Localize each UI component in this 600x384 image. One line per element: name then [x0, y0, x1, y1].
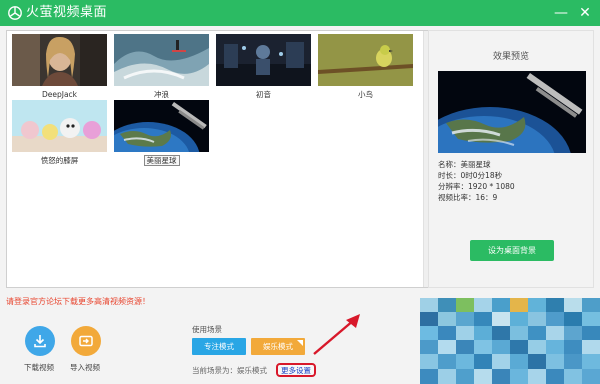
more-settings-button[interactable]: 更多设置 — [276, 363, 316, 377]
video-tile-beautiful-planet[interactable]: 美丽星球 — [114, 100, 209, 166]
preview-panel: 效果预览 名称：美丽星球 时长：0时0分18秒 分辨率：1920 * 1080 … — [428, 30, 594, 288]
video-thumbnail — [318, 34, 413, 86]
video-tile-surf[interactable]: 冲浪 — [114, 34, 209, 100]
window-title: 火萤视频桌面 — [26, 5, 108, 20]
app-window: 火萤视频桌面 — ✕ DeepJack 冲浪 初音 小鸟 愤怒的膝屏 美丽星球 … — [0, 0, 600, 384]
download-video-button[interactable] — [25, 326, 55, 356]
use-scene-label: 使用场景 — [192, 325, 222, 334]
current-scene-label: 当前场景为：娱乐模式 — [192, 366, 267, 375]
info-name: 名称：美丽星球 — [438, 160, 491, 169]
video-thumbnail — [114, 34, 209, 86]
preview-title: 效果预览 — [492, 52, 529, 62]
forum-notice: 请登录官方论坛下载更多高清视频资源！ — [6, 297, 150, 306]
video-tile-label: 冲浪 — [154, 90, 169, 99]
focus-mode-button[interactable]: 专注模式 — [192, 338, 246, 355]
download-icon — [34, 335, 46, 348]
video-tile-label: 小鸟 — [358, 90, 373, 99]
minimize-button[interactable]: — — [552, 4, 570, 22]
preview-image — [438, 71, 586, 153]
video-tile-label: 美丽星球 — [114, 155, 209, 166]
video-thumbnail — [12, 100, 107, 152]
info-ratio: 视频比率：16：9 — [438, 193, 498, 202]
fun-mode-button[interactable]: 娱乐模式 — [251, 338, 305, 355]
download-video-label: 下载视频 — [24, 363, 54, 372]
video-tile-miku[interactable]: 初音 — [216, 34, 311, 100]
app-logo-icon — [8, 6, 22, 20]
video-tile-label: DeepJack — [41, 90, 78, 99]
info-duration: 时长：0时0分18秒 — [438, 171, 503, 180]
title-bar: 火萤视频桌面 — ✕ — [0, 0, 600, 26]
video-thumbnail — [12, 34, 107, 86]
fun-mode-label: 娱乐模式 — [263, 342, 293, 351]
video-gallery: DeepJack 冲浪 初音 小鸟 愤怒的膝屏 美丽星球 — [6, 30, 428, 288]
video-tile-label: 愤怒的膝屏 — [40, 156, 79, 165]
video-thumbnail — [114, 100, 209, 152]
red-arrow-icon — [313, 314, 360, 355]
set-desktop-background-button[interactable]: 设为桌面背景 — [470, 240, 554, 261]
selected-corner-icon — [297, 340, 303, 346]
video-thumbnail — [216, 34, 311, 86]
import-icon — [79, 335, 93, 347]
video-tile-angry-birds[interactable]: 愤怒的膝屏 — [12, 100, 107, 166]
video-tile-bird[interactable]: 小鸟 — [318, 34, 413, 100]
video-tile-deepjack[interactable]: DeepJack — [12, 34, 107, 100]
import-video-button[interactable] — [71, 326, 101, 356]
info-resolution: 分辨率：1920 * 1080 — [438, 182, 515, 191]
video-info: 名称：美丽星球 时长：0时0分18秒 分辨率：1920 * 1080 视频比率：… — [438, 159, 515, 203]
close-button[interactable]: ✕ — [576, 4, 594, 22]
import-video-label: 导入视频 — [70, 363, 100, 372]
pixelated-background — [420, 298, 600, 384]
video-tile-label: 初音 — [256, 90, 271, 99]
